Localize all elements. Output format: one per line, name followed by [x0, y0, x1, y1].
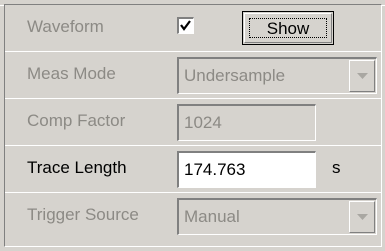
- checkmark-icon: [180, 20, 191, 31]
- comp-factor-label: Comp Factor: [27, 111, 126, 130]
- trace-length-label: Trace Length: [27, 158, 127, 177]
- meas-mode-row: Meas Mode Undersample: [5, 52, 381, 98]
- trigger-source-value: Manual: [184, 207, 240, 226]
- trigger-source-label: Trigger Source: [27, 205, 139, 224]
- comp-factor-value: 1024: [184, 113, 222, 132]
- show-button-label: Show: [266, 19, 310, 38]
- meas-mode-label: Meas Mode: [27, 64, 116, 83]
- settings-panel: Waveform Show Meas Mode Undersample Comp…: [4, 4, 382, 247]
- row-divider: [5, 98, 381, 99]
- trace-length-value: 174.763: [184, 160, 246, 179]
- show-button[interactable]: Show: [242, 11, 334, 45]
- trigger-source-dropdown-button[interactable]: [349, 201, 375, 233]
- chevron-down-icon: [357, 214, 368, 220]
- row-divider: [5, 192, 381, 193]
- trace-length-row: Trace Length 174.763 s: [5, 146, 381, 192]
- meas-mode-value: Undersample: [184, 66, 286, 85]
- trace-length-input[interactable]: 174.763: [177, 151, 316, 188]
- waveform-checkbox[interactable]: [177, 17, 194, 34]
- comp-factor-field: 1024: [177, 104, 316, 141]
- chevron-down-icon: [357, 73, 368, 79]
- meas-mode-dropdown[interactable]: Undersample: [177, 57, 377, 94]
- meas-mode-dropdown-button[interactable]: [349, 60, 375, 92]
- row-divider: [5, 51, 381, 52]
- row-divider: [5, 145, 381, 146]
- trigger-source-row: Trigger Source Manual: [5, 193, 381, 239]
- waveform-row: Waveform Show: [5, 5, 381, 51]
- trace-length-unit: s: [332, 158, 341, 177]
- waveform-label: Waveform: [27, 17, 104, 36]
- comp-factor-row: Comp Factor 1024: [5, 99, 381, 145]
- trigger-source-dropdown[interactable]: Manual: [177, 198, 377, 235]
